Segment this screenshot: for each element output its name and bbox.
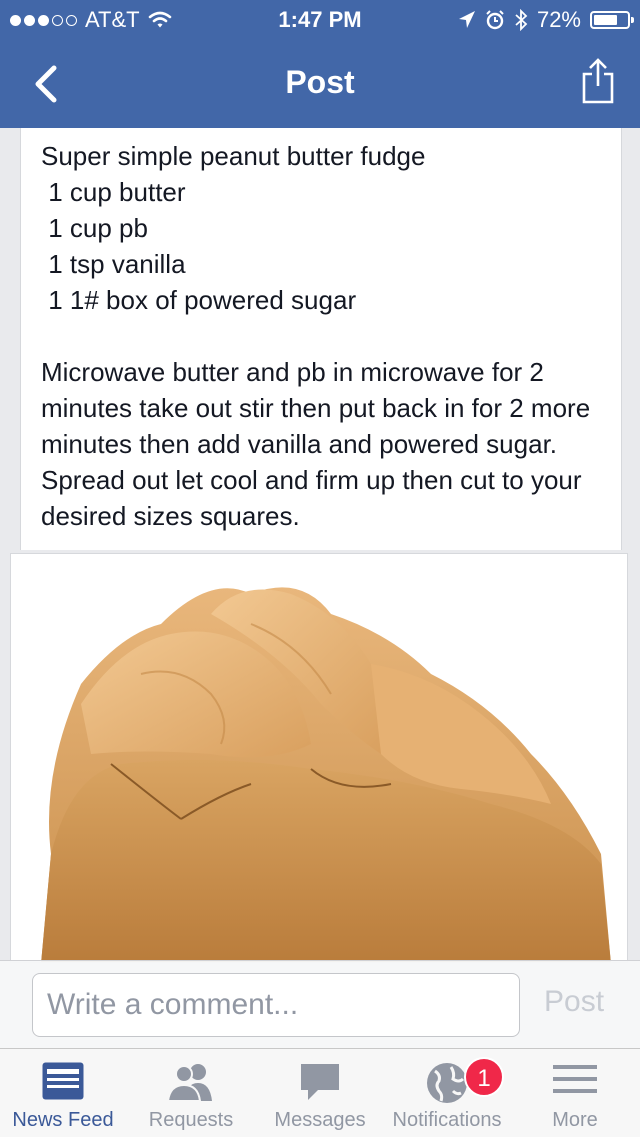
ingredient-line: 1 1# box of powered sugar [41,285,357,315]
tab-label: Messages [274,1109,366,1131]
friend-requests-icon [166,1064,212,1101]
tab-label: Requests [148,1109,234,1131]
top-bar: AT&T 1:47 PM 72% Post [0,0,640,128]
tab-notifications[interactable]: 1 Notifications [384,1049,510,1137]
post-comment-button[interactable]: Post [544,985,604,1019]
post-title-line: Super simple peanut butter fudge [41,141,426,171]
peanut-butter-fudge-photo[interactable] [10,553,628,963]
location-arrow-icon [458,11,475,28]
battery-percent: 72% [536,7,581,32]
share-icon[interactable] [578,56,618,106]
bluetooth-icon [515,9,528,31]
ingredient-line: 1 cup pb [41,213,148,243]
menu-icon [553,1065,597,1093]
tab-label: News Feed [12,1109,114,1131]
tab-label: Notifications [392,1109,502,1131]
tab-label: More [552,1109,598,1131]
globe-icon [427,1063,467,1103]
ingredient-line: 1 cup butter [41,177,186,207]
comment-input[interactable] [32,973,520,1037]
news-feed-icon [42,1062,84,1100]
tab-news-feed[interactable]: News Feed [0,1049,126,1137]
tab-more[interactable]: More [510,1049,640,1137]
alarm-icon [486,10,504,30]
post-card: Super simple peanut butter fudge 1 cup b… [20,128,622,550]
ingredient-line: 1 tsp vanilla [41,249,186,279]
tab-requests[interactable]: Requests [126,1049,256,1137]
instructions-paragraph: Microwave butter and pb in microwave for… [41,357,591,531]
notification-badge: 1 [464,1057,504,1097]
navigation-bar: Post [0,40,640,128]
page-title: Post [285,64,355,100]
tab-bar: News Feed Requests Messages 1 Notificati… [0,1048,640,1137]
status-bar: AT&T 1:47 PM 72% [0,0,640,40]
post-body: Super simple peanut butter fudge 1 cup b… [41,138,609,534]
messages-icon [301,1064,339,1100]
comment-bar: Post [0,960,640,1049]
battery-icon [590,11,634,29]
tab-messages[interactable]: Messages [256,1049,384,1137]
